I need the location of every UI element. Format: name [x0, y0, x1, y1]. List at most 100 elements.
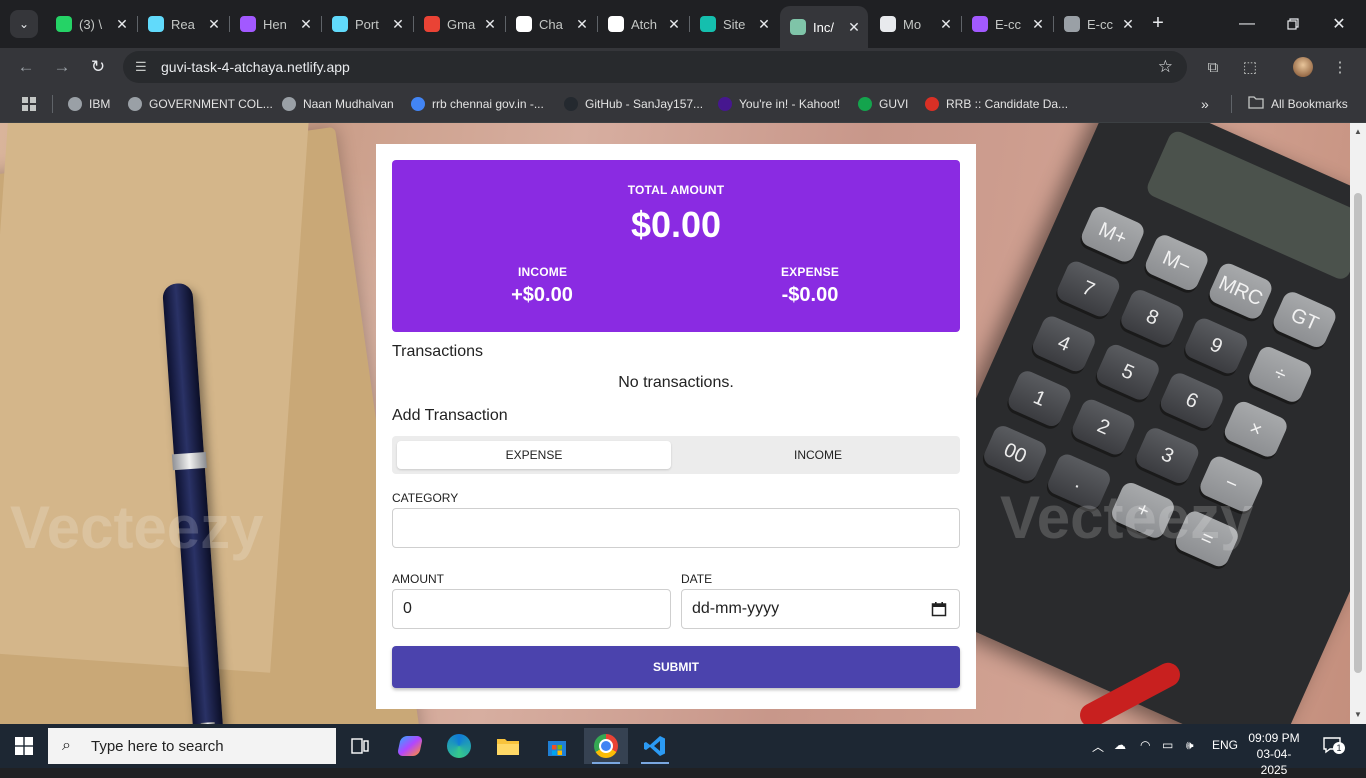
url-text[interactable]: guvi-task-4-atchaya.netlify.app	[161, 59, 350, 75]
tab-title: Atch	[631, 16, 658, 32]
browser-tab[interactable]: Cha ✕	[506, 8, 596, 40]
back-button[interactable]: ←	[13, 54, 39, 80]
close-tab-icon[interactable]: ✕	[846, 19, 862, 36]
income-value: +$0.00	[511, 284, 573, 306]
browser-tab[interactable]: Site ✕	[690, 8, 778, 40]
bookmark-item[interactable]: GUVI	[858, 95, 908, 113]
battery-icon[interactable]: ▭	[1162, 738, 1173, 752]
bookmark-item[interactable]: IBM	[68, 95, 110, 113]
taskbar-search-box[interactable]: ⌕ Type here to search	[48, 728, 336, 764]
bookmark-star-icon[interactable]: ☆	[1158, 57, 1173, 77]
browser-tab[interactable]: E-cc ✕	[962, 8, 1052, 40]
all-bookmarks-button[interactable]: All Bookmarks	[1248, 95, 1348, 113]
browser-tab[interactable]: Inc/ ✕	[780, 6, 868, 48]
edge-icon[interactable]	[437, 728, 481, 764]
file-explorer-icon[interactable]	[486, 728, 530, 764]
scroll-up-arrow-icon[interactable]: ▲	[1353, 128, 1363, 136]
tab-title: (3) \	[79, 16, 103, 32]
clock-date: 03-04-2025	[1256, 747, 1292, 777]
bookmark-item[interactable]: GOVERNMENT COL...	[128, 95, 273, 113]
calculator-icon	[790, 19, 806, 35]
bookmark-item[interactable]: rrb chennai gov.in -...	[411, 95, 544, 113]
tab-title: E-cc	[995, 16, 1021, 32]
chatgpt-icon	[516, 16, 532, 32]
income-type-button[interactable]: INCOME	[681, 441, 955, 469]
restore-button[interactable]	[1270, 8, 1316, 40]
tab-search-button[interactable]: ⌄	[10, 10, 38, 38]
network-icon[interactable]: ◠	[1140, 738, 1150, 752]
bookmark-item[interactable]: Naan Mudhalvan	[282, 95, 394, 113]
calendar-icon[interactable]	[931, 601, 947, 617]
category-input[interactable]	[392, 508, 960, 548]
google-icon	[411, 97, 425, 111]
total-amount-label: TOTAL AMOUNT	[627, 183, 725, 197]
page-scrollbar[interactable]: ▲ ▼	[1350, 123, 1366, 724]
github-icon	[564, 97, 578, 111]
close-tab-icon[interactable]: ✕	[666, 16, 682, 33]
bookmark-item[interactable]: GitHub - SanJay157...	[564, 95, 703, 113]
browser-tab[interactable]: E-cc ✕	[1054, 8, 1142, 40]
close-tab-icon[interactable]: ✕	[938, 16, 954, 33]
cast-icon[interactable]: ⧉	[1203, 57, 1223, 77]
close-tab-icon[interactable]: ✕	[298, 16, 314, 33]
system-clock[interactable]: 09:09 PM 03-04-2025	[1246, 730, 1302, 778]
browser-tab[interactable]: Atch ✕	[598, 8, 688, 40]
onedrive-cloud-icon[interactable]: ☁	[1114, 738, 1126, 752]
close-tab-icon[interactable]: ✕	[482, 16, 498, 33]
forward-button[interactable]: →	[49, 54, 75, 80]
close-tab-icon[interactable]: ✕	[390, 16, 406, 33]
extensions-icon[interactable]: ⬚	[1240, 57, 1260, 77]
address-bar[interactable]: ☰ guvi-task-4-atchaya.netlify.app ☆	[123, 51, 1187, 83]
site-info-icon[interactable]: ☰	[135, 59, 151, 75]
reload-button[interactable]: ↻	[85, 54, 111, 80]
expense-type-button[interactable]: EXPENSE	[397, 441, 671, 469]
browser-tab[interactable]: Mo ✕	[870, 8, 960, 40]
new-tab-button[interactable]: +	[1146, 12, 1170, 36]
scroll-down-arrow-icon[interactable]: ▼	[1353, 711, 1363, 719]
rrb-icon	[925, 97, 939, 111]
tab-title: Rea	[171, 16, 195, 32]
income-label: INCOME	[518, 265, 568, 279]
date-input[interactable]: dd-mm-yyyy	[681, 589, 960, 629]
apps-grid-icon[interactable]	[22, 95, 36, 113]
close-window-button[interactable]: ✕	[1316, 8, 1362, 40]
bookmark-label: RRB :: Candidate Da...	[946, 97, 1069, 111]
close-tab-icon[interactable]: ✕	[1120, 16, 1136, 33]
bookmark-label: rrb chennai gov.in -...	[432, 97, 544, 111]
expense-label: EXPENSE	[780, 265, 840, 279]
chrome-icon[interactable]	[584, 728, 628, 764]
microsoft-store-icon[interactable]	[535, 728, 579, 764]
language-indicator[interactable]: ENG	[1212, 738, 1238, 752]
search-icon: ⌕	[62, 737, 71, 754]
bookmarks-overflow-icon[interactable]: »	[1201, 95, 1209, 113]
kahoot-icon	[718, 97, 732, 111]
submit-button[interactable]: SUBMIT	[392, 646, 960, 688]
close-tab-icon[interactable]: ✕	[574, 16, 590, 33]
start-button[interactable]	[0, 724, 48, 768]
close-tab-icon[interactable]: ✕	[206, 16, 222, 33]
taskbar-search-placeholder: Type here to search	[91, 737, 224, 755]
browser-tab[interactable]: Hen ✕	[230, 8, 320, 40]
volume-icon[interactable]: 🕪	[1186, 738, 1194, 753]
vscode-icon[interactable]	[633, 728, 677, 764]
close-tab-icon[interactable]: ✕	[1030, 16, 1046, 33]
browser-tab[interactable]: (3) \ ✕	[46, 8, 136, 40]
notification-center-icon[interactable]: 1	[1322, 736, 1345, 757]
copilot-icon[interactable]	[388, 728, 432, 764]
menu-kebab-icon[interactable]: ⋮	[1330, 57, 1350, 77]
minimize-button[interactable]: —	[1224, 8, 1270, 40]
bookmark-item[interactable]: You're in! - Kahoot!	[718, 95, 840, 113]
amount-input[interactable]: 0	[392, 589, 671, 629]
browser-tab[interactable]: Rea ✕	[138, 8, 228, 40]
task-view-icon[interactable]	[338, 728, 382, 764]
profile-avatar[interactable]	[1293, 57, 1313, 77]
browser-tab[interactable]: Port ✕	[322, 8, 412, 40]
globe-icon	[282, 97, 296, 111]
close-tab-icon[interactable]: ✕	[756, 16, 772, 33]
browser-tab[interactable]: Gma ✕	[414, 8, 504, 40]
bookmark-item[interactable]: RRB :: Candidate Da...	[925, 95, 1068, 113]
show-hidden-icons-chevron-icon[interactable]: ︿	[1092, 738, 1104, 755]
clock-time: 09:09 PM	[1248, 731, 1300, 745]
close-tab-icon[interactable]: ✕	[114, 16, 130, 33]
scrollbar-thumb[interactable]	[1354, 193, 1362, 673]
